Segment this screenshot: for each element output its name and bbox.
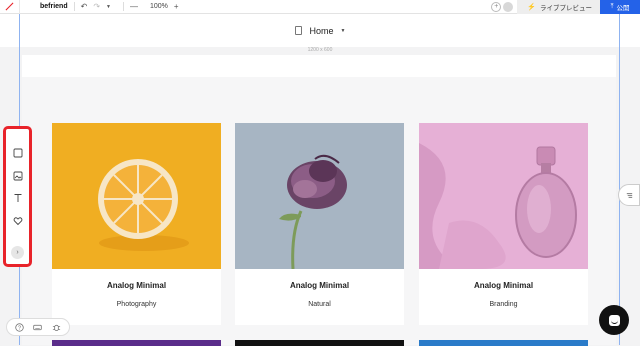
zoom-out-button[interactable]: — — [130, 0, 138, 14]
chat-support-button[interactable] — [599, 305, 629, 335]
menu-lines-icon — [626, 192, 632, 198]
undo-icon[interactable]: ↶ — [81, 0, 88, 14]
chat-icon — [608, 314, 620, 326]
portfolio-card[interactable]: Analog Minimal Photography — [52, 123, 221, 325]
upload-icon: ⤒ — [610, 3, 614, 10]
publish-label: 公開 — [616, 5, 630, 12]
portfolio-card[interactable]: Analog Minimal Branding — [419, 123, 588, 325]
text-icon[interactable] — [6, 190, 29, 206]
card-subtitle[interactable]: Branding — [419, 301, 588, 308]
live-preview-button[interactable]: ⚡ ライブプレビュー — [517, 0, 600, 14]
card-title[interactable]: Analog Minimal — [235, 281, 404, 290]
card-subtitle[interactable]: Natural — [235, 301, 404, 308]
layers-panel-toggle[interactable] — [618, 184, 640, 206]
chevron-down-icon: ▼ — [340, 27, 346, 34]
portfolio-card[interactable]: Analog Minimal Natural — [235, 123, 404, 325]
next-card-image-edge[interactable] — [419, 340, 588, 346]
card-title[interactable]: Analog Minimal — [52, 281, 221, 290]
editor-canvas[interactable]: Analog Minimal Photography Analog Minima… — [22, 55, 616, 346]
image-icon[interactable] — [6, 168, 29, 184]
zoom-in-button[interactable]: + — [174, 0, 179, 14]
toolbar-divider — [73, 2, 75, 11]
top-toolbar: befriend ↶ ↷ ▼ — 100% + + ⚡ ライブプレビュー ⤒ 公… — [0, 0, 640, 14]
page-selector[interactable]: Home ▼ — [0, 14, 640, 47]
card-image-rose[interactable] — [235, 123, 404, 269]
document-icon — [294, 26, 302, 35]
add-collaborator-icon[interactable]: + — [491, 2, 502, 12]
bottom-toolbar: ? — [6, 318, 70, 336]
help-icon[interactable]: ? — [15, 322, 24, 332]
card-subtitle[interactable]: Photography — [52, 301, 221, 308]
card-title[interactable]: Analog Minimal — [419, 281, 588, 290]
canvas-size-label: 1200 x 600 — [307, 47, 333, 53]
lightning-icon: ⚡ — [527, 4, 536, 11]
page-name: Home — [309, 25, 334, 36]
next-card-image-edge[interactable] — [52, 340, 221, 346]
heart-icon[interactable] — [6, 213, 29, 229]
publish-button[interactable]: ⤒ 公開 — [600, 0, 640, 14]
live-preview-label: ライブプレビュー — [540, 5, 592, 12]
site-name[interactable]: befriend — [40, 3, 68, 10]
logo-icon[interactable] — [0, 0, 20, 14]
chevron-right-icon[interactable]: › — [11, 246, 24, 259]
toolbar-right: + ⚡ ライブプレビュー ⤒ 公開 — [491, 0, 640, 14]
card-image-orange[interactable] — [52, 123, 221, 269]
avatar[interactable] — [503, 2, 514, 12]
card-image-perfume[interactable] — [419, 123, 588, 269]
square-icon[interactable] — [6, 145, 29, 161]
toolbar-divider — [122, 2, 124, 11]
svg-text:?: ? — [18, 325, 21, 331]
redo-icon[interactable]: ↷ — [93, 0, 100, 14]
canvas-header-section[interactable] — [22, 55, 616, 77]
keyboard-icon[interactable] — [33, 323, 43, 332]
layout-guide-right — [619, 14, 620, 345]
next-card-image-edge[interactable] — [235, 340, 404, 346]
add-element-panel: › — [3, 126, 32, 267]
history-dropdown-icon[interactable]: ▼ — [106, 4, 111, 10]
bug-icon[interactable] — [52, 323, 61, 332]
zoom-level[interactable]: 100% — [150, 3, 168, 10]
